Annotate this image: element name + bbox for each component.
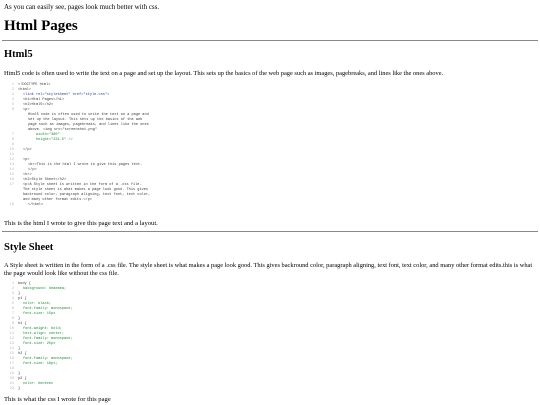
- html-code-screenshot: 1 <!DOCTYPE html> 2 <html> 3 <link rel="style…: [4, 83, 204, 208]
- code-text: body {: [18, 282, 31, 286]
- html-code-caption: This is the html I wrote to give this pa…: [4, 220, 158, 227]
- divider: [2, 40, 538, 41]
- code-text: h1 {: [18, 322, 27, 326]
- line-number: 22: [9, 387, 14, 391]
- code-text: }: [18, 387, 21, 391]
- code-text: page such as images, pagebreaks, and lin…: [28, 123, 149, 127]
- code-text: color: black;: [23, 302, 52, 306]
- code-text: }: [18, 347, 21, 351]
- code-text: backround color, paragraph aligning, tex…: [23, 193, 151, 197]
- code-text: h2 {: [18, 352, 27, 356]
- code-text: color: #ececec: [23, 382, 54, 386]
- code-text: <p>: [23, 158, 30, 162]
- code-text: above. <img src="screenshot.png": [28, 128, 98, 132]
- code-text: font-family: monospace;: [23, 357, 73, 361]
- code-text: }: [18, 372, 21, 376]
- code-text: text-align: center;: [23, 332, 64, 336]
- code-text: font-size: 18px;: [23, 362, 58, 366]
- page-title: Html Pages: [4, 18, 78, 34]
- code-text: font-size: 25px: [23, 342, 56, 346]
- code-text: p1 {: [18, 297, 27, 301]
- style-sheet-heading: Style Sheet: [4, 242, 54, 253]
- css-code-caption: This is what the css I wrote for this pa…: [4, 396, 111, 403]
- code-text: background: #eaeaea;: [23, 287, 67, 291]
- code-text: <h1>Html Pages</h1>: [23, 98, 64, 102]
- code-text: }: [18, 292, 21, 296]
- style-sheet-paragraph: A Style sheet is written in the form of …: [4, 262, 533, 277]
- code-text: font-size: 15px: [23, 312, 56, 316]
- code-text: height="231.5" />: [36, 138, 73, 142]
- code-text: <html>: [18, 88, 31, 92]
- code-text: </p>: [28, 168, 37, 172]
- code-text: </html>: [28, 203, 44, 207]
- code-text: </p>: [23, 148, 32, 152]
- line-number: 18: [9, 203, 14, 207]
- code-text: }: [18, 317, 21, 321]
- code-text: font-family: monospace;: [23, 337, 73, 341]
- code-text: The style sheet is what makes a page loo…: [23, 188, 149, 192]
- code-text: font-weight: bold;: [23, 327, 62, 331]
- code-text: <p>A Style sheet is written in the form …: [23, 183, 142, 187]
- code-line: 18 </html>: [4, 203, 204, 208]
- page: As you can easily see, pages look much b…: [0, 0, 540, 405]
- code-text: <link rel="stylesheet" href="style.css">: [23, 93, 110, 97]
- code-text: <br>This is the html I wrote to give thi…: [28, 163, 143, 167]
- code-text: <!DOCTYPE html>: [18, 83, 51, 87]
- code-text: <h2>Html5</h2>: [23, 103, 54, 107]
- code-text: <p>: [23, 108, 30, 112]
- css-code-screenshot: 1 body {2 background: #eaeaea; 3} 4 p1 {5 colo…: [4, 282, 204, 392]
- code-text: set up the layout. This sets up the basi…: [28, 118, 143, 122]
- intro-text: As you can easily see, pages look much b…: [4, 3, 160, 11]
- code-text: width="380": [36, 133, 60, 137]
- code-text: font-family: monospace;: [23, 307, 73, 311]
- code-text: <hr>: [23, 173, 32, 177]
- html5-paragraph: Html5 code is often used to write the te…: [4, 70, 444, 77]
- code-line: 22}: [4, 387, 204, 392]
- html5-heading: Html5: [4, 49, 33, 60]
- code-text: and many other format edits.</p>: [23, 198, 93, 202]
- code-text: <h2>Style Sheet</h2>: [23, 178, 67, 182]
- code-text: p2 {: [18, 377, 27, 381]
- divider: [2, 231, 538, 232]
- code-text: Html5 code is often used to write the te…: [28, 113, 149, 117]
